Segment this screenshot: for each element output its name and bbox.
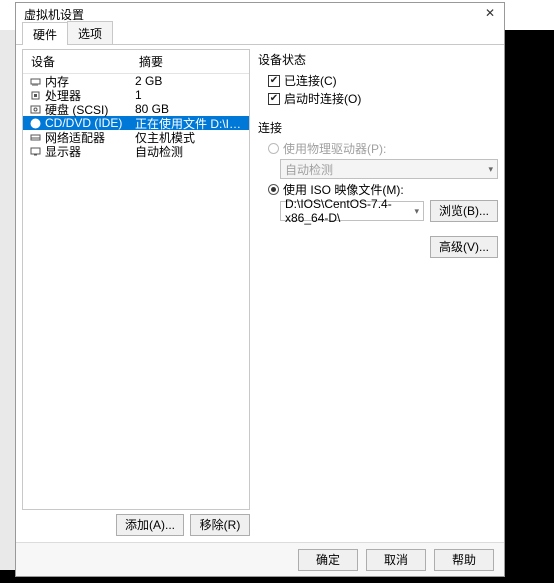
advanced-button[interactable]: 高级(V)... (430, 236, 498, 258)
device-name: 显示器 (45, 143, 81, 160)
cpu-icon (29, 89, 41, 101)
physical-drive-dropdown: 自动检测 ▾ (280, 159, 498, 179)
header-summary: 摘要 (131, 50, 249, 73)
use-physical-label: 使用物理驱动器(P): (283, 140, 386, 157)
iso-path-dropdown[interactable]: D:\IOS\CentOS-7.4-x86_64-D\ ▾ (280, 201, 424, 221)
device-summary: 1 (131, 88, 249, 102)
header-device: 设备 (23, 50, 131, 73)
iso-path-value: D:\IOS\CentOS-7.4-x86_64-D\ (285, 197, 414, 225)
settings-dialog: 虚拟机设置 ✕ 硬件 选项 设备 摘要 内存2 GB处理器1硬盘 (SCSI)8… (15, 2, 505, 577)
dialog-title: 虚拟机设置 (24, 6, 84, 23)
dialog-footer: 确定 取消 帮助 (16, 542, 504, 576)
connect-at-power-on-label: 启动时连接(O) (284, 90, 361, 107)
net-icon (29, 131, 41, 143)
ok-button[interactable]: 确定 (298, 549, 358, 571)
use-physical-radio[interactable] (268, 143, 279, 154)
add-button[interactable]: 添加(A)... (116, 514, 184, 536)
connected-checkbox[interactable] (268, 75, 280, 87)
connect-at-power-on-checkbox[interactable] (268, 93, 280, 105)
device-name: 硬盘 (SCSI) (45, 101, 108, 118)
hardware-row-display[interactable]: 显示器 自动检测 (23, 144, 249, 158)
connection-title: 连接 (258, 119, 498, 136)
help-button[interactable]: 帮助 (434, 549, 494, 571)
device-status-title: 设备状态 (258, 51, 498, 68)
tab-strip: 硬件 选项 (16, 25, 504, 45)
cancel-button[interactable]: 取消 (366, 549, 426, 571)
connected-label: 已连接(C) (284, 72, 337, 89)
chevron-down-icon: ▾ (488, 164, 493, 175)
hardware-list: 设备 摘要 内存2 GB处理器1硬盘 (SCSI)80 GBCD/DVD (ID… (22, 49, 250, 510)
disk-icon (29, 103, 41, 115)
chevron-down-icon: ▾ (414, 206, 419, 217)
memory-icon (29, 75, 41, 87)
use-iso-label: 使用 ISO 映像文件(M): (283, 181, 404, 198)
close-icon[interactable]: ✕ (480, 4, 500, 24)
display-icon (29, 145, 41, 157)
hardware-list-header: 设备 摘要 (23, 50, 249, 74)
device-summary: 2 GB (131, 74, 249, 88)
use-iso-radio[interactable] (268, 184, 279, 195)
physical-drive-value: 自动检测 (285, 161, 333, 178)
device-summary: 自动检测 (131, 143, 249, 160)
tab-hardware[interactable]: 硬件 (22, 22, 68, 45)
remove-button[interactable]: 移除(R) (190, 514, 250, 536)
browse-button[interactable]: 浏览(B)... (430, 200, 498, 222)
cd-icon (29, 117, 41, 129)
tab-options[interactable]: 选项 (67, 21, 113, 44)
